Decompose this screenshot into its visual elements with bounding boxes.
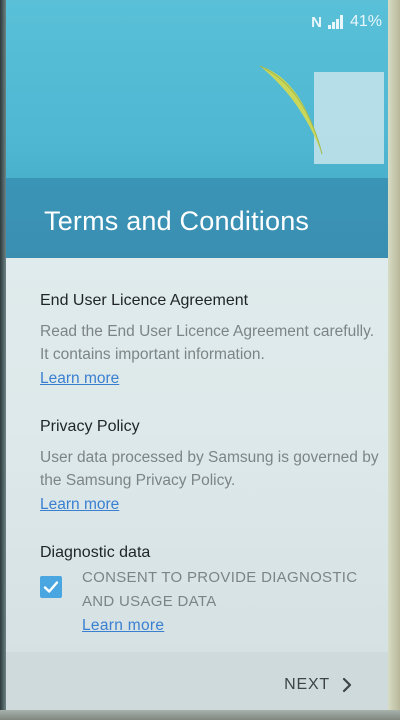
- privacy-title: Privacy Policy: [40, 418, 140, 435]
- checkmark-icon: [43, 581, 59, 593]
- next-button[interactable]: NEXT: [284, 676, 352, 694]
- privacy-text: User data processed by Samsung is govern…: [40, 449, 379, 489]
- nfc-icon: N: [311, 13, 322, 31]
- signal-icon: [327, 15, 344, 29]
- device-bezel-right: [388, 0, 400, 720]
- battery-level: 41%: [349, 13, 382, 30]
- header-illustration: [259, 65, 384, 164]
- device-bezel-bottom: [0, 710, 400, 720]
- header: N 41% Terms and Conditions: [6, 0, 388, 258]
- chevron-right-icon: [342, 677, 352, 693]
- status-bar: N 41%: [311, 10, 382, 34]
- next-label: NEXT: [284, 676, 330, 693]
- privacy-section: Privacy Policy User data processed by Sa…: [40, 418, 380, 514]
- consent-label: CONSENT TO PROVIDE DIAGNOSTIC AND USAGE …: [82, 566, 372, 638]
- diagnostic-learn-more-link[interactable]: Learn more: [82, 614, 164, 638]
- page-title: Terms and Conditions: [44, 206, 310, 236]
- setup-screen: N 41% Terms and Conditions End User Lice…: [6, 0, 388, 710]
- diagnostic-section: Diagnostic data CONSENT TO PROVIDE DIAGN…: [40, 544, 380, 644]
- eula-section: End User Licence Agreement Read the End …: [40, 292, 380, 388]
- eula-title: End User Licence Agreement: [40, 292, 249, 309]
- privacy-learn-more-link[interactable]: Learn more: [40, 496, 119, 514]
- consent-text: CONSENT TO PROVIDE DIAGNOSTIC AND USAGE …: [82, 569, 358, 610]
- diagnostic-title: Diagnostic data: [40, 544, 151, 561]
- eula-learn-more-link[interactable]: Learn more: [40, 370, 119, 388]
- eula-text: Read the End User Licence Agreement care…: [40, 323, 375, 363]
- consent-checkbox[interactable]: [40, 576, 62, 598]
